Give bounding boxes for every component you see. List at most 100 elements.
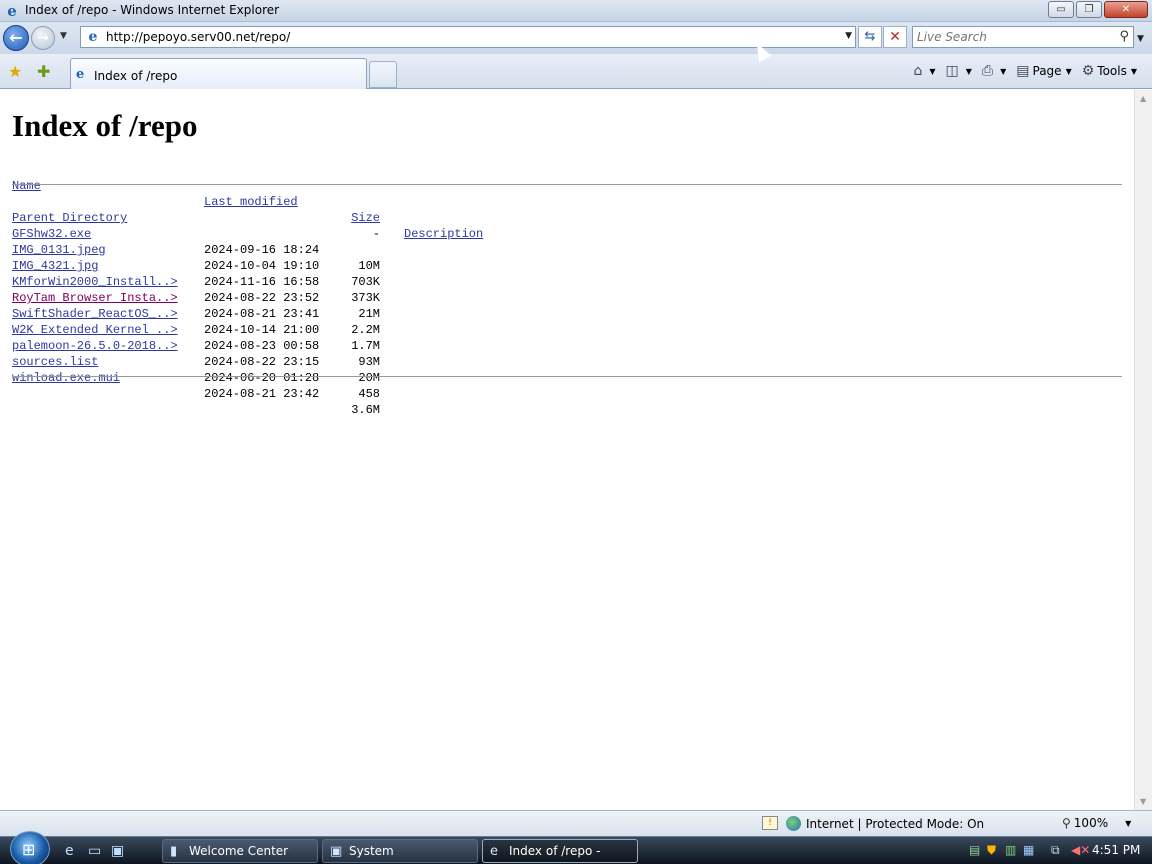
update-icon[interactable]: ▥: [1005, 843, 1016, 857]
listing-header-row: Name Last modified Size Description: [12, 162, 483, 241]
print-button[interactable]: ⎙ ▼: [979, 61, 1009, 81]
window-title-bar[interactable]: e Index of /repo - Windows Internet Expl…: [0, 0, 1152, 22]
address-dropdown-icon[interactable]: ▼: [845, 31, 852, 41]
file-row: winload.exe.mui 2024-08-21 23:42 3.6M: [12, 354, 380, 417]
file-modified: 2024-11-16 16:58: [204, 275, 320, 289]
maximize-button[interactable]: ❐: [1076, 1, 1102, 18]
file-modified: 2024-06-20 01:28: [204, 371, 320, 385]
taskbar-item-welcome-center[interactable]: ▮ Welcome Center: [162, 839, 318, 863]
ie-icon: e: [7, 2, 17, 20]
refresh-button[interactable]: ⇆: [858, 26, 882, 48]
address-url[interactable]: http://pepoyo.serv00.net/repo/: [106, 30, 290, 44]
file-size: 93M: [358, 355, 380, 369]
network-connection-icon[interactable]: ⧉: [1051, 843, 1060, 858]
search-input[interactable]: [917, 29, 1107, 45]
zoom-control[interactable]: ⚲ 100% ▼: [1062, 816, 1131, 830]
file-size: 2.2M: [351, 323, 380, 337]
file-row: W2K Extended Kernel ..> 2024-08-23 00:58…: [12, 306, 380, 369]
header-divider: [12, 184, 1122, 185]
file-row: sources.list 2024-06-20 01:28 458: [12, 338, 380, 401]
add-to-favorites-icon[interactable]: ✚: [37, 62, 50, 81]
column-size-link[interactable]: Size: [332, 210, 380, 226]
gear-icon: ⚙: [1081, 63, 1095, 79]
window-controls: ▭ ❐ ✕: [1048, 1, 1148, 18]
parent-directory-row: Parent Directory -: [12, 194, 380, 241]
file-row: SwiftShader_ReactOS_..> 2024-10-14 21:00…: [12, 290, 380, 353]
tab-bar: ★ ✚ e Index of /repo ⌂ ▼ ◫ ▼ ⎙ ▼ ▤ Page ▼ ⚙ To…: [0, 54, 1152, 89]
file-size: -: [372, 227, 380, 241]
zoom-level: 100%: [1073, 816, 1109, 830]
file-link[interactable]: winload.exe.mui: [12, 370, 120, 386]
file-modified: 2024-08-21 23:42: [204, 387, 320, 401]
scroll-up-icon[interactable]: ▲: [1140, 94, 1146, 103]
page-content: Index of /repo Name Last modified Size D…: [0, 90, 1134, 810]
page-menu[interactable]: ▤ Page ▼: [1013, 61, 1074, 81]
ie-quicklaunch-icon[interactable]: e: [65, 843, 74, 859]
security-alert-icon[interactable]: ⛊: [987, 843, 996, 858]
page-heading: Index of /repo: [12, 108, 198, 143]
home-button[interactable]: ⌂ ▼: [910, 61, 938, 81]
favorites-center-icon[interactable]: ★: [8, 62, 22, 81]
file-row: IMG_0131.jpeg 2024-10-04 19:10 703K: [12, 226, 380, 289]
file-size: 3.6M: [351, 403, 380, 417]
tools-menu-label: Tools: [1097, 64, 1127, 78]
taskbar-item-internet-explorer[interactable]: e Index of /repo - Win...: [482, 839, 638, 863]
switch-windows-icon[interactable]: ▣: [111, 843, 124, 859]
file-modified: 2024-10-14 21:00: [204, 323, 320, 337]
network-tray-icon[interactable]: ▤: [969, 843, 980, 857]
file-modified: 2024-10-04 19:10: [204, 259, 320, 273]
file-size: 373K: [351, 291, 380, 305]
file-row: IMG_4321.jpg 2024-11-16 16:58 373K: [12, 242, 380, 305]
file-modified: 2024-08-21 23:41: [204, 307, 320, 321]
tools-menu[interactable]: ⚙ Tools ▼: [1079, 61, 1140, 81]
windows-logo-icon: ⊞: [22, 840, 36, 859]
vertical-scrollbar[interactable]: ▲ ▼: [1134, 90, 1152, 810]
new-tab-button[interactable]: [369, 61, 397, 88]
zoom-dropdown-icon[interactable]: ▼: [1125, 819, 1131, 828]
window-title: Index of /repo - Windows Internet Explor…: [25, 3, 280, 17]
column-name-link[interactable]: Name: [12, 178, 41, 194]
close-button[interactable]: ✕: [1104, 1, 1148, 18]
stop-button[interactable]: ✕: [883, 26, 907, 48]
column-description-link[interactable]: Description: [404, 226, 483, 242]
file-modified: 2024-08-22 23:52: [204, 291, 320, 305]
forward-button[interactable]: →: [31, 26, 55, 50]
welcome-center-icon: ▮: [170, 844, 178, 859]
search-box[interactable]: ⚲: [912, 26, 1134, 48]
security-zone-text[interactable]: Internet | Protected Mode: On: [806, 817, 984, 831]
taskbar-item-system[interactable]: ▣ System: [322, 839, 478, 863]
feeds-button[interactable]: ◫ ▼: [943, 61, 975, 81]
back-button[interactable]: ←: [3, 25, 29, 51]
file-modified: 2024-09-16 18:24: [204, 243, 320, 257]
show-desktop-icon[interactable]: ▭: [88, 843, 101, 859]
address-bar[interactable]: e http://pepoyo.serv00.net/repo/ ▼: [80, 26, 856, 48]
file-size: 21M: [358, 307, 380, 321]
file-modified: 2024-08-23 00:58: [204, 339, 320, 353]
page-menu-icon: ▤: [1016, 63, 1030, 79]
scroll-down-icon[interactable]: ▼: [1140, 797, 1146, 806]
security-warning-icon[interactable]: !: [762, 816, 778, 830]
footer-divider: [12, 376, 1122, 377]
ie-icon: e: [490, 844, 498, 859]
rss-feed-icon: ◫: [945, 63, 959, 79]
recent-pages-dropdown[interactable]: ▼: [60, 31, 67, 41]
tab-index-of-repo[interactable]: e Index of /repo: [70, 58, 367, 89]
status-bar: ! Internet | Protected Mode: On ⚲ 100% ▼: [0, 810, 1152, 836]
column-last-modified-link[interactable]: Last modified: [204, 194, 298, 210]
file-size: 10M: [358, 259, 380, 273]
page-icon: e: [88, 29, 98, 45]
printer-icon: ⎙: [981, 63, 994, 79]
minimize-button[interactable]: ▭: [1048, 1, 1074, 18]
search-icon[interactable]: ⚲: [1119, 29, 1129, 44]
search-options-dropdown-icon[interactable]: ▼: [1137, 34, 1144, 44]
volume-muted-icon[interactable]: ◀✕: [1071, 843, 1090, 857]
file-size: 458: [358, 387, 380, 401]
taskbar: ⊞ e ▭ ▣ ▮ Welcome Center ▣ System e Inde…: [0, 831, 1152, 864]
start-button[interactable]: ⊞: [10, 831, 50, 864]
file-row: RoyTam Browser Insta..> 2024-08-21 23:41…: [12, 274, 380, 337]
file-modified: 2024-08-22 23:15: [204, 355, 320, 369]
device-icon[interactable]: ▦: [1023, 843, 1034, 857]
file-size: 1.7M: [351, 339, 380, 353]
system-icon: ▣: [330, 844, 343, 859]
taskbar-clock[interactable]: 4:51 PM: [1092, 843, 1140, 857]
